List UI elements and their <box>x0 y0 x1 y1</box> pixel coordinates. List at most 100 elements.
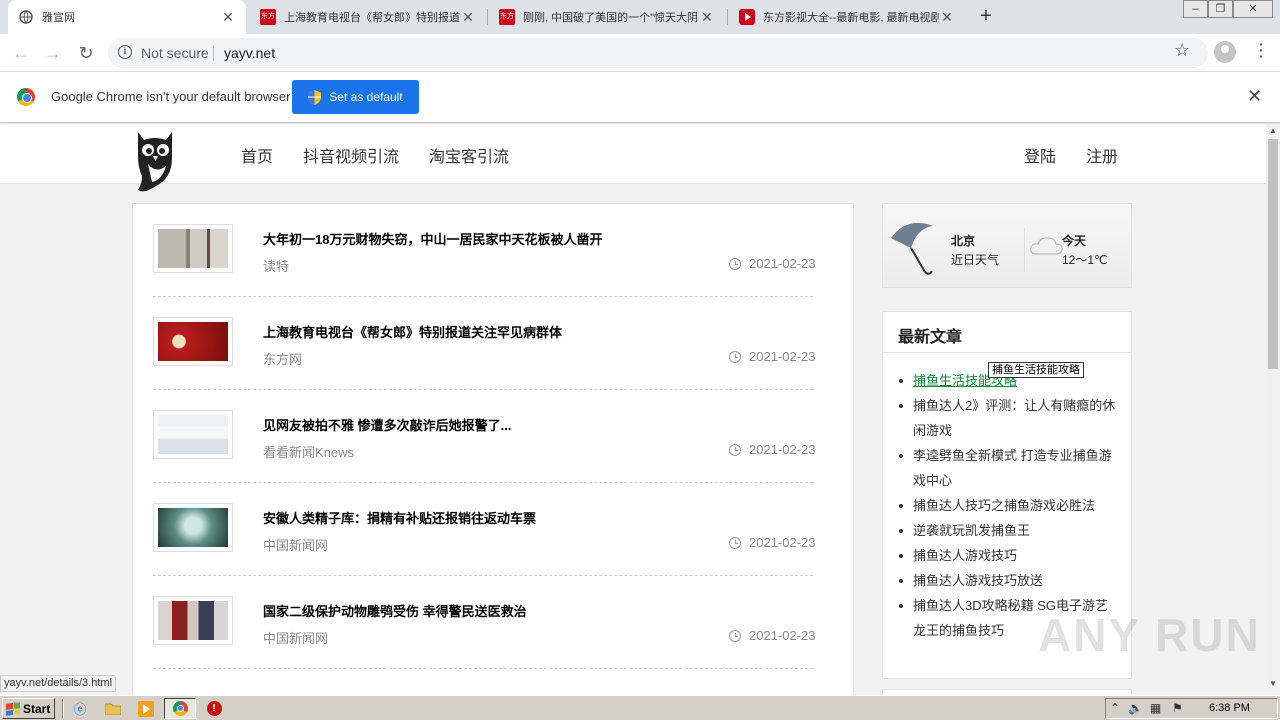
article-source: 读特 <box>263 259 290 274</box>
tab-dongfang-video[interactable]: 东方影视大全--最新电影, 最新电视剧 ✕ <box>729 0 965 34</box>
windows-flag-icon <box>6 701 20 716</box>
nav-taobao[interactable]: 淘宝客引流 <box>429 143 509 167</box>
list-item[interactable]: 安徽人类精子库：捐精有补贴还报销往返动车票 中国新闻网 2021-02-23 <box>153 483 816 576</box>
account-avatar-icon[interactable] <box>1214 41 1236 63</box>
clock-icon <box>729 350 741 363</box>
volume-icon[interactable]: 🔈 <box>1128 701 1143 715</box>
article-title[interactable]: 国家二级保护动物雕鸮受伤 幸得警民送医救治 <box>263 601 527 620</box>
dongfang-icon: 东方 <box>499 9 515 25</box>
play-icon <box>739 9 755 25</box>
scroll-up-icon[interactable]: ▲ <box>1269 126 1277 135</box>
article-thumbnail[interactable] <box>153 224 233 273</box>
ie-icon[interactable]: ⓔ <box>70 699 90 718</box>
article-source: 中国新闻网 <box>263 538 329 553</box>
scroll-thumb[interactable] <box>1268 139 1278 369</box>
default-browser-infobar: Google Chrome isn't your default browser… <box>0 72 1280 123</box>
set-default-label: Set as default <box>329 90 403 104</box>
tab-title: 刚刚, 中国破了美国的一个"惊天大阴 <box>523 12 699 24</box>
network-icon[interactable]: ▦ <box>1150 701 1161 715</box>
start-button[interactable]: Start <box>2 698 55 719</box>
article-title[interactable]: 见网友被拍不雅 惨遭多次敲诈后她报警了... <box>263 415 511 434</box>
article-thumbnail[interactable] <box>153 596 233 645</box>
close-tab-icon[interactable]: ✕ <box>699 9 715 26</box>
umbrella-icon <box>891 222 933 275</box>
article-title[interactable]: 上海教育电视台《帮女郎》特别报道关注罕见病群体 <box>263 322 562 341</box>
bookmark-star-icon[interactable]: ☆ <box>1174 40 1190 61</box>
tab-dongfang-2[interactable]: 东方 刚刚, 中国破了美国的一个"惊天大阴 ✕ <box>489 0 725 34</box>
chrome-logo-icon <box>17 88 35 106</box>
latest-articles-title: 最新文章 <box>883 312 1131 353</box>
list-item[interactable]: 国家二级保护动物雕鸮受伤 幸得警民送医救治 中国新闻网 2021-02-23 <box>153 576 816 669</box>
tray-clock[interactable]: 6:38 PM <box>1209 702 1250 714</box>
latest-article-link[interactable]: 逆袭就玩凯发捕鱼王 <box>897 518 1116 543</box>
article-date: 2021-02-23 <box>729 256 816 271</box>
login-link[interactable]: 登陆 <box>1024 143 1056 167</box>
taskbar-separator <box>62 699 64 718</box>
close-tab-icon[interactable]: ✕ <box>220 9 236 26</box>
globe-icon <box>18 9 34 25</box>
article-source: 看看新闻Knews <box>263 445 355 460</box>
list-item[interactable]: 见网友被拍不雅 惨遭多次敲诈后她报警了... 看看新闻Knews 2021-02… <box>153 390 816 483</box>
weather-day: 今天 <box>1062 234 1087 248</box>
clock-icon <box>729 536 741 549</box>
media-player-icon[interactable] <box>136 699 156 718</box>
back-button[interactable]: ← <box>9 41 33 65</box>
article-thumbnail[interactable] <box>153 503 233 552</box>
latest-article-link[interactable]: 捕鱼达人技巧之捕鱼游戏必胜法 <box>897 493 1116 518</box>
minimize-button[interactable]: ‒ <box>1183 0 1208 18</box>
article-thumbnail[interactable] <box>153 410 233 459</box>
scroll-down-icon[interactable]: ▼ <box>1269 679 1277 688</box>
owl-logo-icon[interactable] <box>134 128 176 192</box>
tab-dongfang-1[interactable]: 东方 上海教育电视台《帮女郎》特别报道关 ✕ <box>250 0 486 34</box>
new-tab-button[interactable]: + <box>974 5 998 29</box>
browser-toolbar: ← → ↻ i Not secure yayv.net <box>0 34 1280 72</box>
list-item[interactable]: 上海教育电视台《帮女郎》特别报道关注罕见病群体 东方网 2021-02-23 <box>153 297 816 390</box>
set-default-button[interactable]: Set as default <box>292 80 419 114</box>
article-date: 2021-02-23 <box>729 349 816 364</box>
flag-tray-icon[interactable]: ⚑ <box>1172 701 1183 715</box>
tab-title: 东方影视大全--最新电影, 最新电视剧 <box>763 12 939 24</box>
folder-icon[interactable] <box>103 699 123 718</box>
tab-separator <box>487 9 488 25</box>
weather-city: 北京 <box>951 234 976 248</box>
register-link[interactable]: 注册 <box>1086 143 1118 167</box>
close-infobar-icon[interactable]: ✕ <box>1247 86 1262 107</box>
close-window-button[interactable]: ✕ <box>1233 0 1273 18</box>
page-scrollbar[interactable]: ▲ ▼ <box>1266 124 1280 691</box>
weather-widget: 北京 近日天气 今天 12～1℃ <box>882 203 1132 288</box>
article-title[interactable]: 安徽人类精子库：捐精有补贴还报销往返动车票 <box>263 508 536 527</box>
reload-button[interactable]: ↻ <box>74 41 98 65</box>
latest-article-link[interactable]: 捕鱼达人2》评测：让人有赌瘾的休闲游戏 <box>897 393 1116 443</box>
article-list: 大年初一18万元财物失窃，中山一居民家中天花板被人凿开 读特 2021-02-2… <box>132 203 854 703</box>
article-title[interactable]: 大年初一18万元财物失窃，中山一居民家中天花板被人凿开 <box>263 229 602 248</box>
latest-article-link[interactable]: 捕鱼达人游戏技巧 <box>897 543 1116 568</box>
restore-button[interactable]: ❐ <box>1208 0 1233 18</box>
latest-article-link[interactable]: 李逵劈鱼全新模式 打造专业捕鱼游戏中心 <box>897 443 1116 493</box>
tab-separator <box>727 9 728 25</box>
start-label: Start <box>23 701 51 716</box>
nav-douyin[interactable]: 抖音视频引流 <box>303 143 399 167</box>
latest-article-link[interactable]: 捕鱼达人游戏技巧放送 <box>897 568 1116 593</box>
stop-icon[interactable]: ! <box>204 699 224 718</box>
article-source: 中国新闻网 <box>263 631 329 646</box>
omnibox-divider <box>213 45 214 61</box>
list-item[interactable]: 大年初一18万元财物失窃，中山一居民家中天花板被人凿开 读特 2021-02-2… <box>153 204 816 297</box>
nav-home[interactable]: 首页 <box>241 143 273 167</box>
tab-title: 上海教育电视台《帮女郎》特别报道关 <box>284 12 460 24</box>
system-tray: ⌃ 🔈 ▦ ⚑ 6:38 PM <box>1105 698 1278 719</box>
infobar-message: Google Chrome isn't your default browser <box>51 89 291 104</box>
info-icon[interactable]: i <box>118 45 132 59</box>
close-tab-icon[interactable]: ✕ <box>939 9 955 26</box>
article-date: 2021-02-23 <box>729 628 816 643</box>
dongfang-icon: 东方 <box>260 9 276 25</box>
address-bar[interactable]: i Not secure yayv.net <box>108 38 1208 68</box>
link-tooltip: 捕鱼生活技能攻略 <box>988 362 1084 378</box>
tab-yayv[interactable]: 雅宣网 ✕ <box>8 0 246 34</box>
forward-button[interactable]: → <box>41 41 65 65</box>
tray-expand-icon[interactable]: ⌃ <box>1110 701 1120 715</box>
status-url-bar: yayv.net/details/3.html <box>0 675 117 692</box>
close-tab-icon[interactable]: ✕ <box>460 9 476 26</box>
url-text[interactable]: yayv.net <box>224 45 275 61</box>
menu-dots-icon[interactable]: ⋮ <box>1252 40 1270 61</box>
article-thumbnail[interactable] <box>153 317 233 366</box>
